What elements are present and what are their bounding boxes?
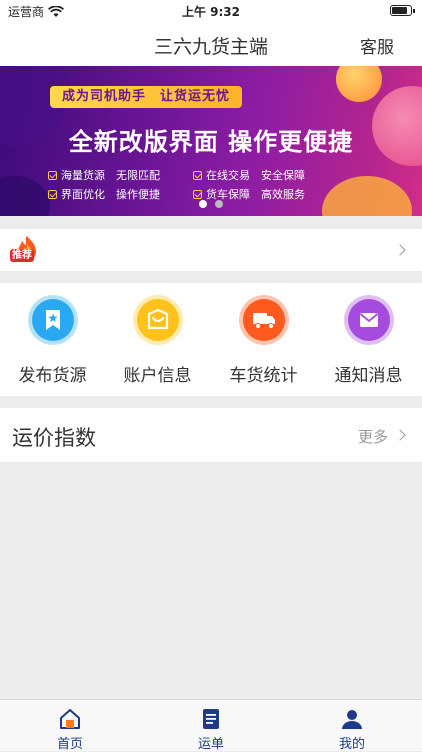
quick-action-account[interactable]: 账户信息 [105,283,210,396]
banner-feature: 界面优化 操作便捷 [48,186,160,202]
chevron-right-icon [394,244,406,256]
bookmark-star-icon [46,310,60,330]
page-title: 三六九货主端 [153,36,268,58]
quick-action-label: 发布货源 [18,366,87,386]
promo-banner[interactable]: 成为司机助手 让货运无忧 全新改版界面 操作更便捷 海量货源 无限匹配 在线交易… [0,66,422,216]
quick-action-stats[interactable]: 车货统计 [211,283,316,396]
recommend-label: 推荐 [10,249,34,262]
checkbox-icon [48,189,57,199]
mail-icon [359,313,379,327]
banner-decoration [336,66,382,102]
tab-orders[interactable]: 运单 [141,700,281,752]
checkbox-icon [193,189,202,199]
banner-feature: 在线交易 安全保障 [193,167,305,183]
quick-action-notifications[interactable]: 通知消息 [316,283,421,396]
chevron-right-icon[interactable] [394,429,406,441]
tab-mine[interactable]: 我的 [282,700,422,752]
quick-action-label: 车货统计 [229,366,298,386]
banner-feature: 海量货源 无限匹配 [48,167,160,183]
page-dot[interactable] [215,200,223,208]
tab-home[interactable]: 首页 [0,700,140,752]
quick-action-publish[interactable]: 发布货源 [0,283,105,396]
section-title: 运价指数 [12,426,96,450]
recommend-badge: 推荐 [10,235,42,265]
icon-circle [243,299,285,341]
status-bar: 运营商 上午 9:32 [0,0,422,22]
truck-icon [253,313,275,329]
clock: 上午 9:32 [181,5,241,19]
icon-circle [348,299,390,341]
recommend-row[interactable]: 推荐 [0,229,422,271]
page-dot[interactable] [199,200,207,208]
page-indicator [199,200,223,208]
checkbox-icon [193,170,202,180]
icon-circle [32,299,74,341]
customer-service-button[interactable]: 客服 [360,33,394,58]
quick-action-label: 账户信息 [123,366,192,386]
checkbox-icon [48,170,57,180]
banner-tagline: 成为司机助手 让货运无忧 [50,86,242,108]
banner-decoration [322,176,412,216]
quick-actions: 发布货源 账户信息 车货统计 通知消息 [0,283,422,396]
tab-label: 首页 [56,737,83,752]
more-link[interactable]: 更多 [358,426,388,447]
document-icon [203,709,219,729]
tab-label: 运单 [197,737,224,752]
tab-bar: 首页 运单 我的 [0,699,422,752]
nav-bar: 三六九货主端 客服 [0,22,422,66]
wallet-icon [147,308,169,330]
tab-label: 我的 [338,737,365,752]
rate-index-section: 运价指数 更多 [0,408,422,462]
user-icon [342,710,362,729]
quick-action-label: 通知消息 [334,366,403,386]
banner-decoration [0,176,50,216]
battery-icon [390,5,415,16]
banner-headline: 全新改版界面 操作更便捷 [68,128,354,156]
home-icon [60,709,80,729]
icon-circle [137,299,179,341]
